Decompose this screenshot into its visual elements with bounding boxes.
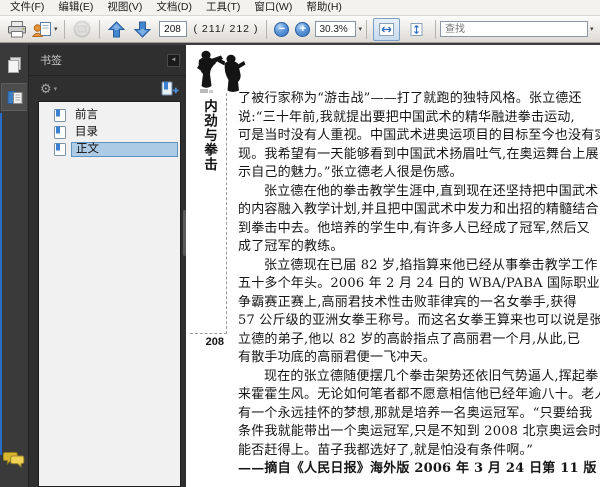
menu-document[interactable]: 文档(D) (149, 0, 199, 15)
bookmark-page-icon (54, 109, 66, 122)
pdf-reader-window: 文件(F) 编辑(E) 视图(V) 文档(D) 工具(T) 窗口(W) 帮助(H… (0, 0, 600, 487)
printed-page-number: 208 (205, 336, 224, 348)
menu-help[interactable]: 帮助(H) (299, 0, 349, 15)
text-line: 五十多个年头。2006 年 2 月 24 日的 WBA/PABA 国际职业拳击 (238, 276, 600, 291)
text-line: 张立德在他的拳击教学生涯中,直到现在还坚持把中国武术 (264, 183, 599, 199)
source-attribution: ——摘自《人民日报》海外版 2006 年 3 月 24 日第 11 版 (238, 461, 597, 476)
bookmarks-options-row: ⚙ ▾ (29, 76, 186, 101)
text-line: 现在的张立德随便摆几个拳击架势还依旧气势逼人,挥起拳 (264, 368, 599, 384)
body-text: 了被行家称为“游击战”——打了就跑的独特风格。张立德还 说:“三十年前,我就提出… (238, 90, 600, 479)
bookmark-label: 正文 (71, 142, 178, 157)
previous-page-button[interactable] (104, 18, 130, 40)
text-line: 说:“三十年前,我就提出要把中国武术的精华融进拳击运动, (238, 109, 575, 125)
new-bookmark-button[interactable] (161, 81, 179, 96)
toolbar-divider (365, 19, 367, 39)
bookmarks-panel-header: 书签 ◄ (29, 45, 186, 76)
bookmarks-panel-title: 书签 (40, 55, 62, 67)
text-line: 能否赶得上。苗子我都选好了,就是怕没有条件啊。” (238, 442, 534, 458)
menu-tools[interactable]: 工具(T) (199, 0, 247, 15)
printer-icon (8, 20, 26, 37)
menu-bar: 文件(F) 编辑(E) 视图(V) 文档(D) 工具(T) 窗口(W) 帮助(H… (0, 0, 600, 16)
zoom-in-button[interactable]: + (295, 21, 311, 37)
collaboration-button-disabled (69, 18, 95, 40)
fit-page-button[interactable] (404, 19, 429, 40)
print-button[interactable] (4, 18, 30, 40)
toolbar: ▾ ( 211/ 212 ) − + 30.3% (0, 16, 600, 43)
collaboration-icon (73, 20, 91, 38)
share-review-button[interactable]: ▾ (30, 18, 60, 40)
fit-width-icon (378, 22, 394, 36)
toolbar-divider (63, 19, 65, 39)
text-line: 57 公斤级的亚洲女拳王称号。而这名女拳王算来也可以说是张 (238, 313, 600, 328)
bookmark-page-icon (54, 126, 66, 139)
bookmarks-panel: 书签 ◄ ⚙ ▾ 前言 目录 正文 (28, 45, 186, 487)
bookmark-page-icon (54, 143, 66, 156)
text-line: 张立德现在已届 82 岁,掐指算来他已经从事拳击教学工作 (264, 257, 598, 273)
zoom-dropdown-caret-icon[interactable]: ▾ (358, 25, 362, 33)
navigation-tab-strip (0, 45, 28, 487)
text-line: 了被行家称为“游击战”——打了就跑的独特风格。张立德还 (238, 91, 582, 106)
zoom-level-value[interactable]: 30.3% (315, 21, 357, 37)
menu-file[interactable]: 文件(F) (3, 0, 51, 15)
text-line: 有一个永远挂怀的梦想,那就是培养一名奥运冠军。“只要给我 (238, 405, 593, 421)
toolbar-divider (98, 19, 100, 39)
menu-edit[interactable]: 编辑(E) (51, 0, 100, 15)
tab-pages-panel[interactable] (1, 51, 27, 79)
menu-window[interactable]: 窗口(W) (247, 0, 299, 15)
options-caret-icon[interactable]: ▾ (54, 85, 58, 93)
comments-icon (2, 452, 25, 468)
page-number-input[interactable] (158, 21, 187, 37)
menu-view[interactable]: 视图(V) (100, 0, 149, 15)
text-line: 有散手功底的高丽君便一飞冲天。 (238, 350, 437, 365)
page-count-label: ( 211/ 212 ) (193, 23, 259, 35)
share-dropdown-caret-icon: ▾ (54, 26, 58, 33)
text-line: 可是当时没有人重视。中国武术进奥运项目的目标至今也没有实 (238, 128, 600, 143)
comments-button[interactable] (2, 451, 26, 469)
chapter-vertical-title: 内劲与拳击 (201, 99, 217, 172)
active-panel-accent-line (0, 113, 2, 455)
toolbar-divider (434, 19, 436, 39)
bookmarks-icon (7, 90, 22, 104)
collapse-panel-button[interactable]: ◄ (167, 53, 180, 67)
text-line: 的内容融入教学计划,并且把中国武术中发力和出招的精髓结合 (238, 202, 599, 217)
fit-width-button[interactable] (372, 17, 400, 41)
tab-bookmarks-panel[interactable] (1, 83, 27, 111)
bookmark-label: 目录 (75, 126, 98, 138)
text-line: 来霍霍生风。无论如何笔者都不愿意相信他已经年逾八十。老人 (238, 387, 600, 402)
toolbar-divider (266, 19, 268, 39)
boxers-ink-illustration (197, 50, 246, 93)
fit-page-icon (410, 22, 423, 36)
new-bookmark-icon (161, 81, 179, 96)
text-line: 立德的弟子,他以 82 岁的高龄指点了高丽君一个月,从此,已 (238, 331, 581, 347)
text-line: 条件我就能带出一个奥运冠军,只是不知到 2008 北京奥运会时 (238, 424, 600, 439)
text-line: 到拳击中去。他培养的学生中,有许多人已经成了冠军,然后又 (238, 220, 590, 236)
bookmark-label: 前言 (75, 109, 98, 121)
find-input[interactable] (439, 21, 588, 37)
bookmark-item-toc[interactable]: 目录 (39, 124, 180, 141)
text-line: 争霸赛正赛上,高丽君技术性击败菲律宾的一名女拳手,获得 (238, 294, 577, 310)
arrow-down-icon (134, 21, 152, 38)
bookmark-item-body-selected[interactable]: 正文 (39, 141, 180, 158)
next-page-button[interactable] (130, 18, 156, 40)
share-review-icon (32, 21, 51, 37)
arrow-up-icon (108, 20, 126, 37)
bookmark-item-preface[interactable]: 前言 (39, 107, 180, 124)
text-line: 示自己的魅力。”张立德老人很是伤感。 (238, 165, 463, 180)
pages-icon (7, 56, 21, 73)
document-page[interactable]: 内劲与拳击 208 了被行家称为“游击战”——打了就跑的独特风格。张立德还 说:… (186, 45, 600, 487)
zoom-out-button[interactable]: − (274, 21, 290, 37)
bookmarks-list: 前言 目录 正文 (38, 101, 181, 487)
options-gear-icon[interactable]: ⚙ (40, 82, 52, 95)
text-line: 成了冠军的教练。 (238, 239, 344, 254)
find-dropdown-caret-icon[interactable]: ▾ (590, 25, 594, 33)
text-line: 现。我希望有一天能够看到中国武术扬眉吐气,在奥运舞台上展 (238, 146, 599, 162)
